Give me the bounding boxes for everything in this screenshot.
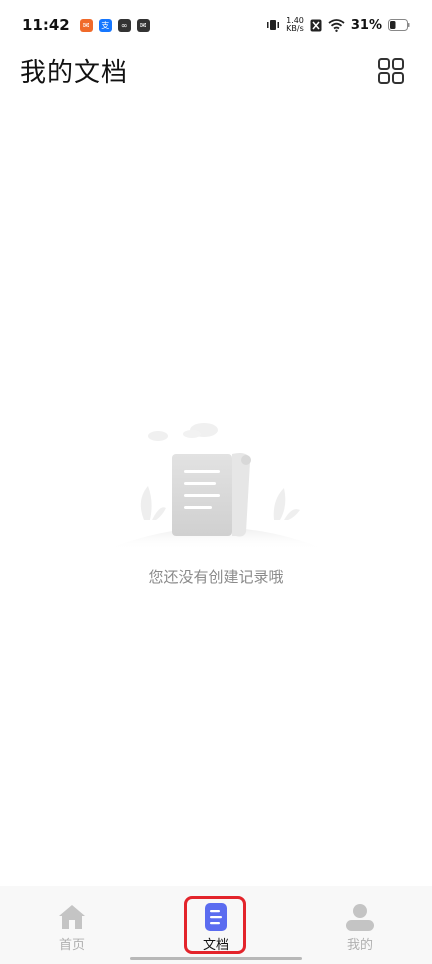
user-icon: [346, 904, 374, 931]
status-time: 11:42: [22, 16, 70, 34]
empty-document-illustration: [106, 423, 326, 550]
nav-item-profile[interactable]: 我的: [288, 886, 432, 964]
nav-label-home: 首页: [58, 938, 85, 953]
nav-item-documents[interactable]: 文档: [144, 886, 288, 964]
header: 我的文档: [0, 52, 432, 92]
empty-state-message: 您还没有创建记录哦: [148, 568, 284, 586]
nav-item-home[interactable]: 首页: [0, 886, 144, 964]
nav-label-profile: 我的: [346, 938, 373, 953]
battery-percent: 31%: [350, 17, 382, 33]
nav-label-documents: 文档: [202, 938, 229, 953]
empty-state: 您还没有创建记录哦: [0, 420, 432, 600]
home-indicator[interactable]: [130, 957, 302, 960]
status-bar: 11:42 ✉ 支 ∞ ✉ 1.40 KB/s 31%: [0, 0, 432, 50]
message-icon: ✉: [136, 18, 150, 32]
link-icon: ∞: [117, 18, 131, 32]
net-speed-unit: KB/s: [286, 24, 304, 33]
grid-icon: [378, 58, 404, 84]
bottom-nav: 首页 文档 我的: [0, 886, 432, 964]
battery-icon: [388, 19, 410, 31]
status-left: 11:42 ✉ 支 ∞ ✉: [22, 16, 150, 34]
wifi-icon: [328, 18, 345, 32]
document-icon: [205, 903, 227, 931]
alipay-icon: 支: [98, 18, 112, 32]
page-title: 我的文档: [20, 58, 129, 88]
net-speed: 1.40 KB/s: [286, 17, 304, 33]
home-icon: [59, 905, 85, 929]
no-sim-icon: [310, 19, 322, 31]
vibrate-icon: [267, 20, 280, 30]
status-right: 1.40 KB/s 31%: [266, 17, 410, 33]
app-notification-icon: ✉: [79, 18, 93, 32]
screen: 11:42 ✉ 支 ∞ ✉ 1.40 KB/s 31% 我的文档 您还没有创建记…: [0, 0, 432, 964]
grid-view-button[interactable]: [378, 58, 404, 84]
